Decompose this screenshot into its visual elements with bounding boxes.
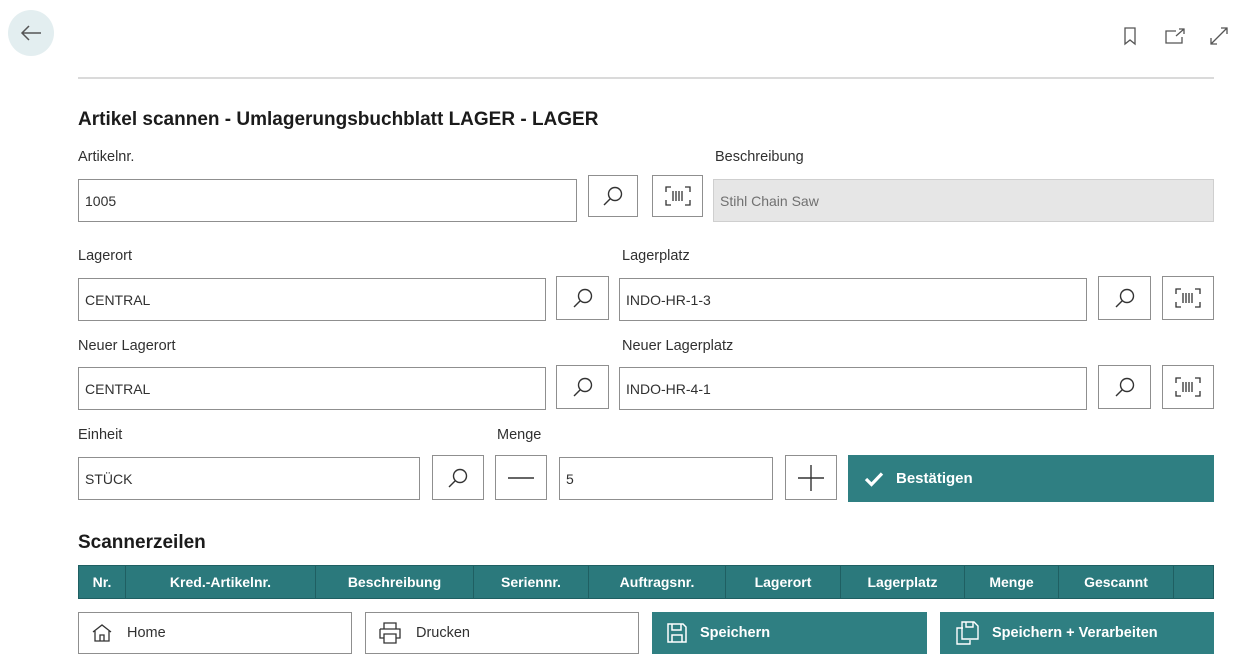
- column-header[interactable]: Menge: [965, 566, 1059, 598]
- search-icon: [603, 186, 623, 206]
- home-button[interactable]: Home: [78, 612, 352, 654]
- neuer-lagerplatz-label: Neuer Lagerplatz: [622, 338, 734, 354]
- column-header[interactable]: Kred.-Artikelnr.: [126, 566, 316, 598]
- neuer-lagerort-search-button[interactable]: [556, 365, 609, 409]
- beschreibung-label: Beschreibung: [715, 149, 804, 165]
- column-header[interactable]: Seriennr.: [474, 566, 589, 598]
- home-label: Home: [127, 625, 166, 641]
- lagerplatz-field[interactable]: INDO-HR-1-3: [619, 278, 1087, 321]
- section-title: Scannerzeilen: [78, 532, 206, 553]
- search-icon: [1115, 377, 1134, 397]
- column-header[interactable]: Lagerplatz: [841, 566, 965, 598]
- column-header[interactable]: Gescannt: [1059, 566, 1174, 598]
- artikelnr-label: Artikelnr.: [78, 149, 135, 165]
- plus-icon: [798, 464, 824, 491]
- minus-icon: [508, 476, 534, 479]
- neuer-lagerplatz-search-button[interactable]: [1098, 365, 1151, 409]
- menge-field[interactable]: 5: [559, 457, 773, 500]
- save-process-icon: [956, 621, 979, 645]
- confirm-button[interactable]: Bestätigen: [848, 455, 1214, 502]
- printer-icon: [379, 622, 401, 644]
- einheit-field[interactable]: STÜCK: [78, 457, 420, 500]
- lagerplatz-search-button[interactable]: [1098, 276, 1151, 320]
- beschreibung-field: Stihl Chain Saw: [713, 179, 1214, 222]
- expand-icon[interactable]: [1207, 24, 1231, 48]
- open-new-window-icon[interactable]: [1163, 24, 1187, 48]
- save-button[interactable]: Speichern: [652, 612, 927, 654]
- column-header[interactable]: [1174, 566, 1213, 598]
- search-icon: [573, 288, 592, 308]
- artikelnr-field[interactable]: 1005: [78, 179, 577, 222]
- bookmark-icon[interactable]: [1118, 24, 1142, 48]
- lagerplatz-label: Lagerplatz: [622, 248, 690, 264]
- neuer-lagerplatz-field[interactable]: INDO-HR-4-1: [619, 367, 1087, 410]
- column-header[interactable]: Beschreibung: [316, 566, 474, 598]
- print-button[interactable]: Drucken: [365, 612, 639, 654]
- header-divider: [78, 77, 1214, 79]
- barcode-scan-icon: [664, 186, 691, 206]
- menge-decrement-button[interactable]: [495, 455, 547, 500]
- table-header: Nr. Kred.-Artikelnr. Beschreibung Serien…: [78, 565, 1214, 599]
- menge-label: Menge: [497, 427, 542, 443]
- page-title: Artikel scannen - Umlagerungsbuchblatt L…: [78, 109, 599, 130]
- arrow-left-icon: [20, 25, 41, 41]
- lagerort-field[interactable]: CENTRAL: [78, 278, 546, 321]
- neuer-lagerort-label: Neuer Lagerort: [78, 338, 176, 354]
- search-icon: [448, 468, 468, 487]
- checkmark-icon: [864, 471, 884, 487]
- lagerplatz-scan-button[interactable]: [1162, 276, 1214, 320]
- lagerort-search-button[interactable]: [556, 276, 609, 320]
- search-icon: [573, 377, 592, 397]
- neuer-lagerort-field[interactable]: CENTRAL: [78, 367, 546, 410]
- menge-increment-button[interactable]: [785, 455, 837, 500]
- einheit-label: Einheit: [78, 427, 123, 443]
- confirm-label: Bestätigen: [896, 470, 973, 487]
- barcode-scan-icon: [1175, 377, 1201, 397]
- column-header[interactable]: Lagerort: [726, 566, 841, 598]
- search-icon: [1115, 288, 1134, 308]
- save-process-label: Speichern + Verarbeiten: [992, 625, 1158, 641]
- barcode-scan-icon: [1175, 288, 1201, 308]
- column-header[interactable]: Nr.: [79, 566, 126, 598]
- artikelnr-scan-button[interactable]: [652, 175, 703, 217]
- lagerort-label: Lagerort: [78, 248, 133, 264]
- back-button[interactable]: [8, 10, 54, 56]
- home-icon: [92, 624, 112, 642]
- artikelnr-search-button[interactable]: [588, 175, 638, 217]
- print-label: Drucken: [416, 625, 470, 641]
- save-icon: [667, 623, 687, 643]
- column-header[interactable]: Auftragsnr.: [589, 566, 726, 598]
- save-process-button[interactable]: Speichern + Verarbeiten: [940, 612, 1214, 654]
- einheit-search-button[interactable]: [432, 455, 484, 500]
- save-label: Speichern: [700, 625, 771, 641]
- neuer-lagerplatz-scan-button[interactable]: [1162, 365, 1214, 409]
